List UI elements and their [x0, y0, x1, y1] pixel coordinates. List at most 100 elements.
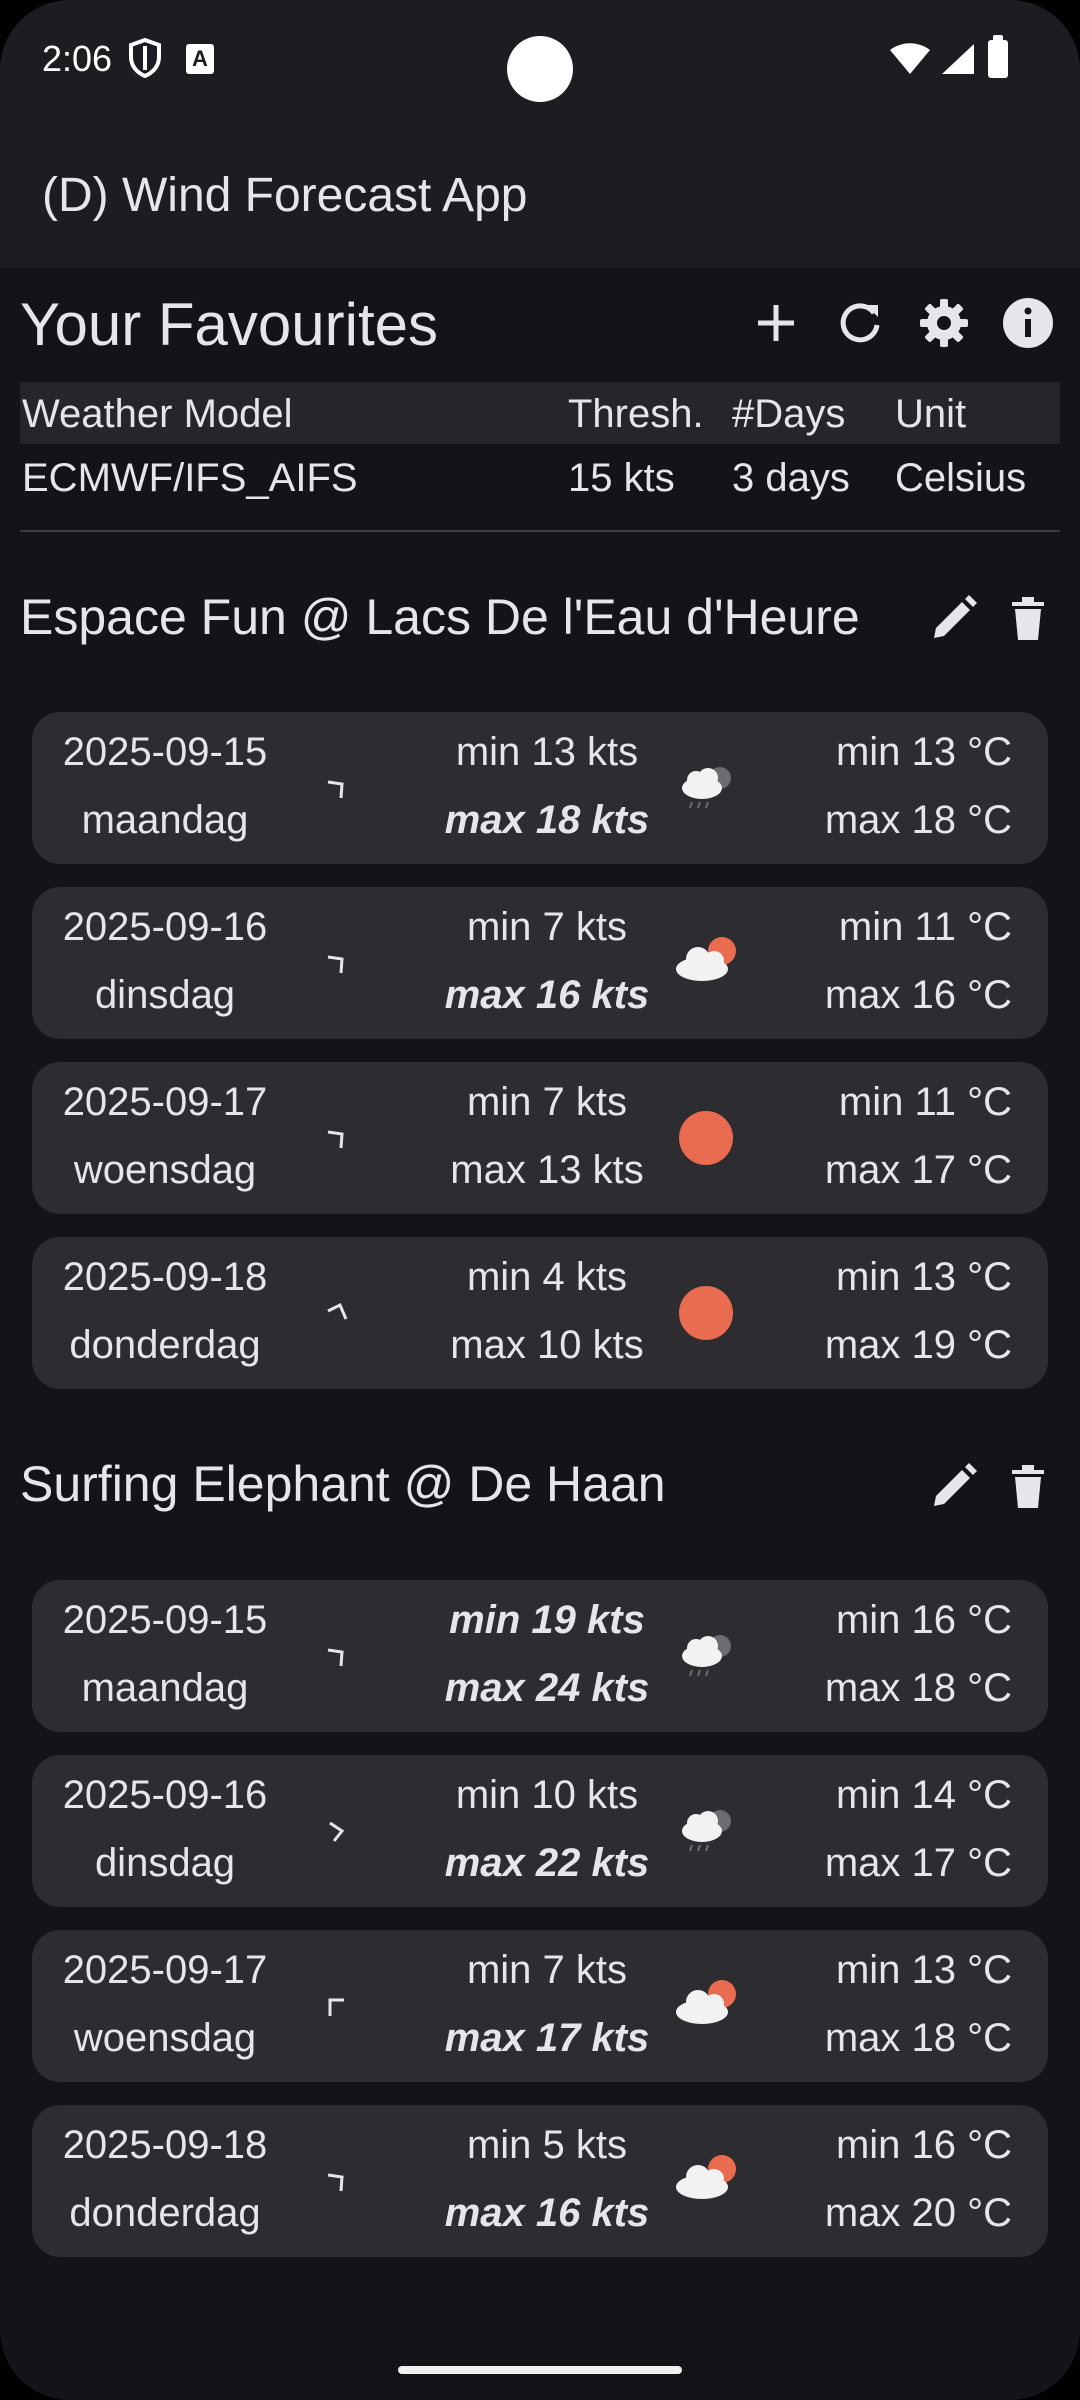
- edit-icon[interactable]: [926, 590, 982, 646]
- partly-cloudy-icon: [676, 937, 736, 981]
- forecast-card[interactable]: 2025-09-17 woensdag min 7 kts max 13 kts…: [32, 1062, 1048, 1214]
- forecast-day: woensdag: [73, 1148, 257, 1192]
- wind-min: min 13 kts: [455, 730, 639, 774]
- info-icon[interactable]: [1000, 295, 1056, 351]
- signal-icon: [942, 44, 974, 74]
- forecast-card[interactable]: 2025-09-15 maandag min 13 kts max 18 kts…: [32, 712, 1048, 864]
- temp-min: min 11 °C: [838, 905, 1012, 949]
- wind-max: max 16 kts: [444, 973, 650, 1017]
- app-bar: (D) Wind Forecast App: [0, 120, 1080, 268]
- home-indicator[interactable]: [398, 2366, 682, 2374]
- value-weather-model: ECMWF/IFS_AIFS: [22, 456, 358, 500]
- temp-min: min 16 °C: [835, 2123, 1012, 2167]
- forecast-date: 2025-09-17: [62, 1080, 268, 1124]
- temp-max: max 18 °C: [824, 1666, 1012, 1710]
- temp-max: max 20 °C: [824, 2191, 1012, 2235]
- header-weather-model: Weather Model: [22, 392, 293, 436]
- sun-icon: [679, 1286, 733, 1340]
- rain-cloud-icon: [682, 767, 731, 809]
- forecast-day: maandag: [81, 1666, 249, 1710]
- header-threshold: Thresh.: [568, 392, 704, 436]
- rain-cloud-icon: [682, 1810, 731, 1852]
- forecast-card[interactable]: 2025-09-16 dinsdag min 10 kts max 22 kts…: [32, 1755, 1048, 1907]
- wind-direction-icon: [327, 780, 344, 799]
- location-title: Surfing Elephant @ De Haan: [20, 1456, 666, 1512]
- wind-max: max 18 kts: [444, 798, 650, 842]
- wind-max: max 17 kts: [444, 2016, 650, 2060]
- wind-min: min 7 kts: [466, 905, 628, 949]
- location-title: Espace Fun @ Lacs De l'Eau d'Heure: [20, 589, 860, 645]
- forecast-date: 2025-09-16: [62, 1773, 268, 1817]
- temp-max: max 19 °C: [824, 1323, 1012, 1367]
- forecast-day: donderdag: [69, 1323, 261, 1367]
- temp-max: max 16 °C: [824, 973, 1012, 1017]
- settings-value-row: ECMWF/IFS_AIFS 15 kts 3 days Celsius: [20, 446, 1060, 508]
- wind-direction-icon: [327, 1302, 348, 1320]
- forecast-card[interactable]: 2025-09-15 maandag min 19 kts max 24 kts…: [32, 1580, 1048, 1732]
- value-threshold: 15 kts: [568, 456, 675, 500]
- wind-min: min 7 kts: [466, 1080, 628, 1124]
- value-unit: Celsius: [895, 456, 1027, 500]
- value-days: 3 days: [732, 456, 850, 500]
- phone-screen: 2:06 A (D) Wind Forecast App Your Favour…: [0, 0, 1080, 2400]
- status-time: 2:06: [42, 38, 113, 79]
- app-title: (D) Wind Forecast App: [42, 169, 528, 222]
- wind-max: max 24 kts: [444, 1666, 650, 1710]
- rain-cloud-icon: [682, 1635, 731, 1677]
- forecast-date: 2025-09-17: [62, 1948, 268, 1992]
- wind-min: min 10 kts: [455, 1773, 639, 1817]
- wifi-icon: [890, 43, 930, 74]
- shield-icon: [129, 38, 161, 78]
- forecast-card[interactable]: 2025-09-16 dinsdag min 7 kts max 16 kts …: [32, 887, 1048, 1039]
- wind-min: min 19 kts: [449, 1598, 645, 1642]
- forecast-date: 2025-09-15: [62, 1598, 268, 1642]
- edit-icon[interactable]: [926, 1458, 982, 1514]
- temp-min: min 11 °C: [838, 1080, 1012, 1124]
- wind-min: min 5 kts: [466, 2123, 628, 2167]
- camera-cutout: [507, 36, 573, 102]
- refresh-icon[interactable]: [832, 295, 888, 351]
- temp-max: max 18 °C: [824, 798, 1012, 842]
- forecast-date: 2025-09-18: [62, 2123, 268, 2167]
- forecast-date: 2025-09-15: [62, 730, 268, 774]
- a-icon: A: [186, 44, 214, 74]
- forecast-card[interactable]: 2025-09-18 donderdag min 4 kts max 10 kt…: [32, 1237, 1048, 1389]
- wind-max: max 22 kts: [444, 1841, 650, 1885]
- temp-min: min 13 °C: [835, 1255, 1012, 1299]
- forecast-day: dinsdag: [94, 1841, 236, 1885]
- forecast-card[interactable]: 2025-09-18 donderdag min 5 kts max 16 kt…: [32, 2105, 1048, 2257]
- temp-max: max 17 °C: [824, 1148, 1012, 1192]
- forecast-date: 2025-09-18: [62, 1255, 268, 1299]
- status-bar: 2:06 A: [0, 0, 1080, 120]
- wind-min: min 7 kts: [466, 1948, 628, 1992]
- sun-icon: [679, 1111, 733, 1165]
- temp-min: min 13 °C: [835, 730, 1012, 774]
- temp-min: min 13 °C: [835, 1948, 1012, 1992]
- forecast-day: woensdag: [73, 2016, 257, 2060]
- wind-direction-icon: [327, 1130, 344, 1149]
- wind-max: max 13 kts: [450, 1148, 644, 1192]
- delete-icon[interactable]: [1000, 1458, 1056, 1514]
- partly-cloudy-icon: [676, 2155, 736, 2199]
- wind-direction-icon: [327, 2173, 344, 2192]
- temp-min: min 14 °C: [835, 1773, 1012, 1817]
- wind-direction-icon: [327, 1648, 344, 1667]
- delete-icon[interactable]: [1000, 590, 1056, 646]
- forecast-day: maandag: [81, 798, 249, 842]
- temp-max: max 17 °C: [824, 1841, 1012, 1885]
- temp-max: max 18 °C: [824, 2016, 1012, 2060]
- plus-icon[interactable]: [748, 295, 804, 351]
- favourites-title: Your Favourites: [20, 291, 439, 358]
- wind-max: max 10 kts: [450, 1323, 644, 1367]
- forecast-day: dinsdag: [94, 973, 236, 1017]
- forecast-card[interactable]: 2025-09-17 woensdag min 7 kts max 17 kts…: [32, 1930, 1048, 2082]
- forecast-day: donderdag: [69, 2191, 261, 2235]
- forecast-date: 2025-09-16: [62, 905, 268, 949]
- settings-header-row: Weather Model Thresh. #Days Unit: [20, 382, 1060, 444]
- wind-max: max 16 kts: [444, 2191, 650, 2235]
- wind-direction-icon: [329, 1821, 345, 1842]
- wind-direction-icon: [327, 955, 344, 974]
- wind-direction-icon: [328, 1998, 344, 2016]
- gear-icon[interactable]: [916, 295, 972, 351]
- wind-min: min 4 kts: [466, 1255, 628, 1299]
